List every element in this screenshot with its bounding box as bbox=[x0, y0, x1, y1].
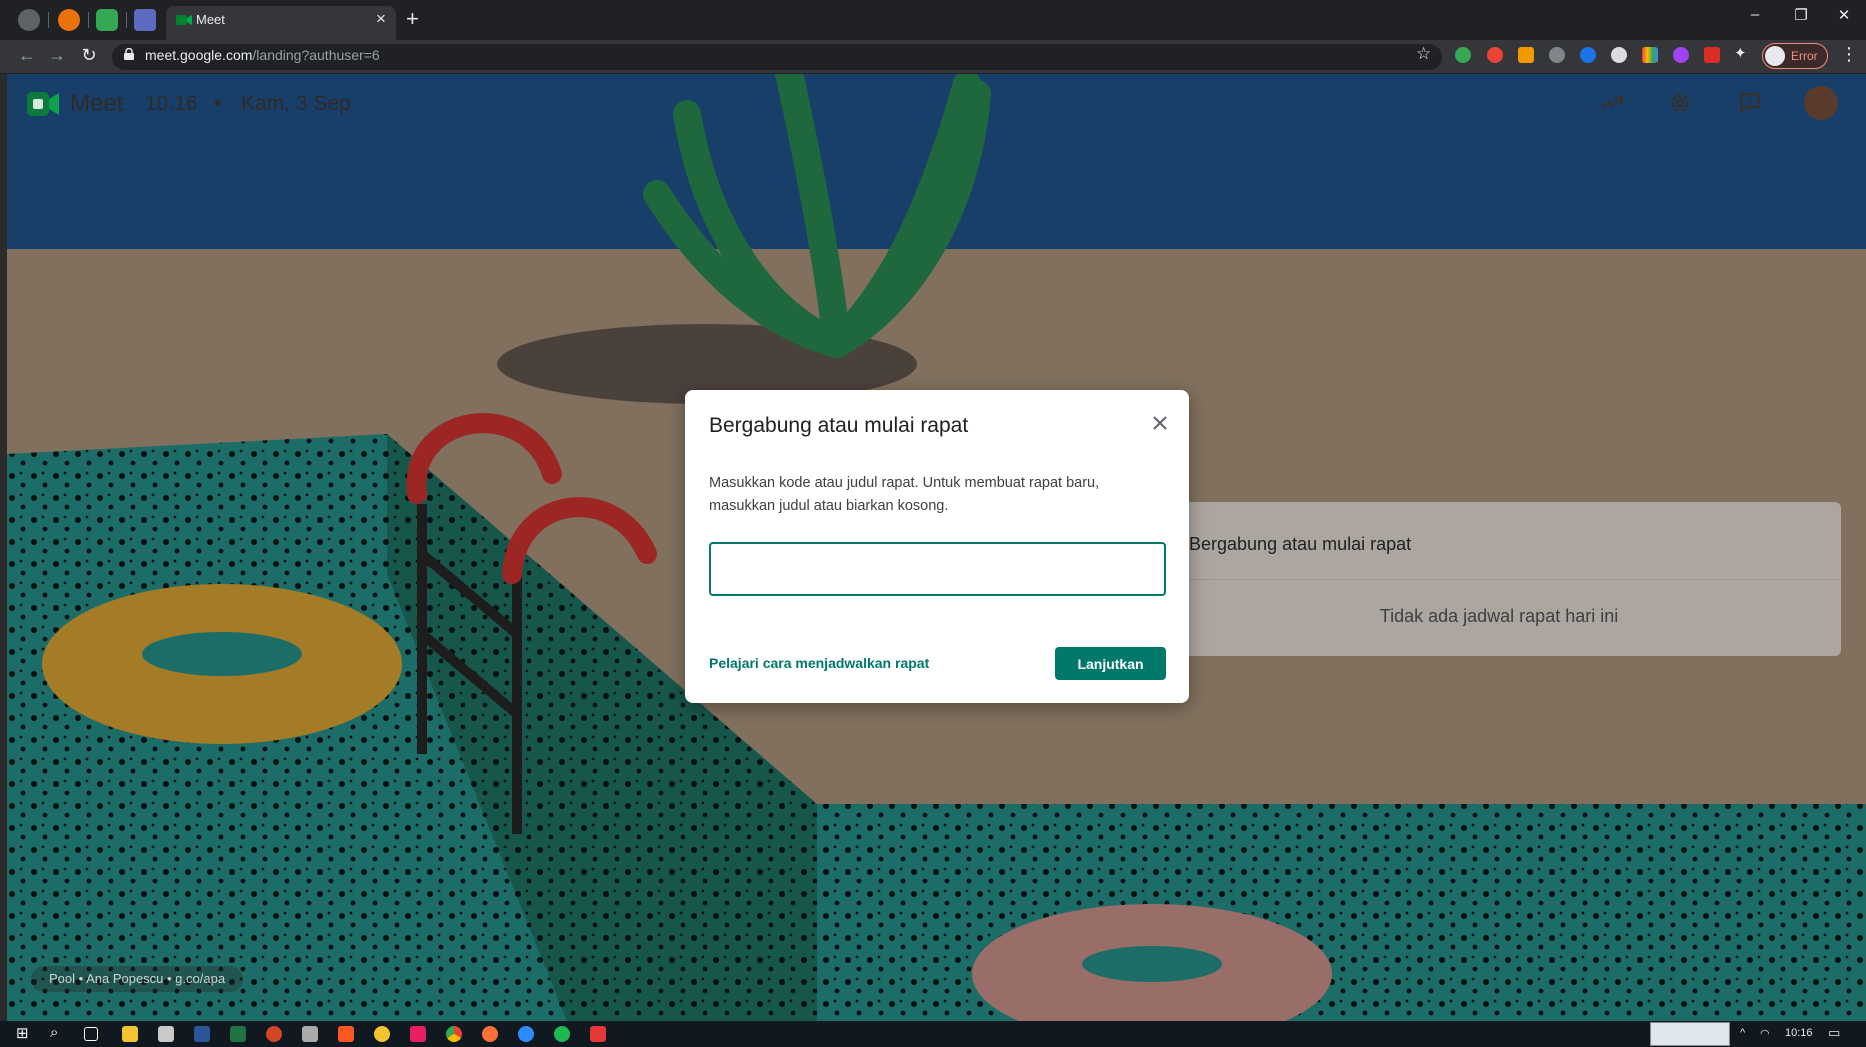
extension-icon[interactable] bbox=[1673, 47, 1689, 63]
extension-icon[interactable] bbox=[1487, 47, 1503, 63]
tab-divider bbox=[126, 12, 127, 28]
join-meeting-dialog: Bergabung atau mulai rapat Masukkan kode… bbox=[685, 390, 1189, 703]
url-text: meet.google.com/landing?authuser=6 bbox=[145, 47, 380, 63]
extensions-puzzle-icon[interactable]: ✦ bbox=[1734, 44, 1750, 62]
join-meeting-card: Bergabung atau mulai rapat Tidak ada jad… bbox=[1157, 502, 1841, 656]
taskbar-app-icon[interactable] bbox=[302, 1026, 318, 1042]
firefox-icon[interactable] bbox=[482, 1026, 498, 1042]
lock-icon bbox=[124, 48, 134, 60]
feedback-icon[interactable] bbox=[1737, 90, 1763, 116]
back-arrow-icon[interactable]: ← bbox=[16, 45, 38, 66]
windows-start-icon[interactable]: ⊞ bbox=[16, 1024, 32, 1042]
file-explorer-icon[interactable] bbox=[122, 1026, 138, 1042]
restore-button[interactable]: ❐ bbox=[1786, 6, 1816, 24]
extension-icon[interactable] bbox=[1455, 47, 1471, 63]
trending-icon[interactable] bbox=[1599, 90, 1625, 116]
minimize-button[interactable]: – bbox=[1740, 6, 1770, 23]
new-tab-button[interactable]: + bbox=[406, 6, 419, 32]
continue-button[interactable]: Lanjutkan bbox=[1055, 647, 1166, 680]
profile-avatar bbox=[1765, 46, 1785, 66]
taskbar-app-icon[interactable] bbox=[266, 1026, 282, 1042]
card-header-row[interactable]: Bergabung atau mulai rapat bbox=[1157, 502, 1841, 580]
acrobat-icon[interactable] bbox=[590, 1026, 606, 1042]
reload-icon[interactable]: ↻ bbox=[78, 45, 100, 66]
taskbar-clock[interactable]: 10:16 bbox=[1785, 1027, 1813, 1039]
app-name: Meet bbox=[70, 90, 124, 117]
chrome-icon[interactable] bbox=[446, 1026, 462, 1042]
meet-favicon-icon bbox=[176, 15, 192, 25]
settings-gear-icon[interactable] bbox=[1667, 90, 1693, 116]
card-title: Bergabung atau mulai rapat bbox=[1189, 534, 1412, 554]
tray-chevron-icon[interactable]: ^ bbox=[1740, 1027, 1745, 1039]
taskbar-app-icon[interactable] bbox=[410, 1026, 426, 1042]
window-close-button[interactable]: ✕ bbox=[1829, 6, 1859, 24]
extension-icon[interactable] bbox=[1642, 47, 1658, 63]
notifications-icon[interactable]: ▭ bbox=[1828, 1025, 1840, 1041]
bookmark-star-icon[interactable]: ☆ bbox=[1416, 44, 1431, 64]
pinned-tab-icon[interactable] bbox=[134, 9, 156, 31]
extension-icon[interactable] bbox=[1518, 47, 1534, 63]
screen: Meet × + – ❐ ✕ ← → ↻ meet.google.com/lan… bbox=[0, 0, 1866, 1047]
taskbar-app-icon[interactable] bbox=[338, 1026, 354, 1042]
pinned-tab-icon[interactable] bbox=[58, 9, 80, 31]
task-view-icon[interactable] bbox=[84, 1027, 98, 1041]
forward-arrow-icon[interactable]: → bbox=[46, 45, 68, 66]
spotify-icon[interactable] bbox=[554, 1026, 570, 1042]
empty-schedule-message: Tidak ada jadwal rapat hari ini bbox=[1379, 606, 1619, 626]
network-graph-widget[interactable] bbox=[1650, 1022, 1730, 1046]
tab-divider bbox=[88, 12, 89, 28]
extension-icon[interactable] bbox=[1611, 47, 1627, 63]
background-credit[interactable]: Pool • Ana Popescu • g.co/apa bbox=[31, 966, 244, 992]
header-separator: • bbox=[214, 92, 222, 115]
url-path: /landing?authuser=6 bbox=[252, 47, 380, 63]
taskbar-app-icon[interactable] bbox=[374, 1026, 390, 1042]
profile-button[interactable]: Error bbox=[1762, 43, 1828, 69]
learn-schedule-link[interactable]: Pelajari cara menjadwalkan rapat bbox=[709, 655, 929, 671]
taskbar-app-icon[interactable] bbox=[158, 1026, 174, 1042]
close-icon[interactable] bbox=[1149, 412, 1171, 434]
zoom-icon[interactable] bbox=[518, 1026, 534, 1042]
meeting-code-input[interactable] bbox=[709, 542, 1166, 596]
tab-close-icon[interactable]: × bbox=[372, 9, 390, 29]
word-icon[interactable] bbox=[194, 1026, 210, 1042]
url-host: meet.google.com bbox=[145, 47, 253, 63]
account-avatar[interactable] bbox=[1804, 86, 1838, 120]
profile-status: Error bbox=[1791, 49, 1818, 63]
browser-menu-icon[interactable]: ⋮ bbox=[1840, 44, 1858, 65]
dialog-title: Bergabung atau mulai rapat bbox=[709, 414, 969, 437]
tab-title: Meet bbox=[196, 12, 225, 27]
search-icon[interactable]: ⌕ bbox=[50, 1024, 66, 1041]
excel-icon[interactable] bbox=[230, 1026, 246, 1042]
whatsapp-tab-icon[interactable] bbox=[96, 9, 118, 31]
header-date: Kam, 3 Sep bbox=[241, 92, 351, 115]
header-time: 10.16 bbox=[145, 92, 198, 115]
pinned-tab-icon[interactable] bbox=[18, 9, 40, 31]
tab-divider bbox=[48, 12, 49, 28]
wifi-icon[interactable]: ◠ bbox=[1760, 1027, 1770, 1040]
extension-icon[interactable] bbox=[1704, 47, 1720, 63]
extension-icon[interactable] bbox=[1549, 47, 1565, 63]
meet-logo-icon bbox=[27, 92, 59, 116]
dialog-description: Masukkan kode atau judul rapat. Untuk me… bbox=[709, 475, 1100, 514]
extension-icon[interactable] bbox=[1580, 47, 1596, 63]
